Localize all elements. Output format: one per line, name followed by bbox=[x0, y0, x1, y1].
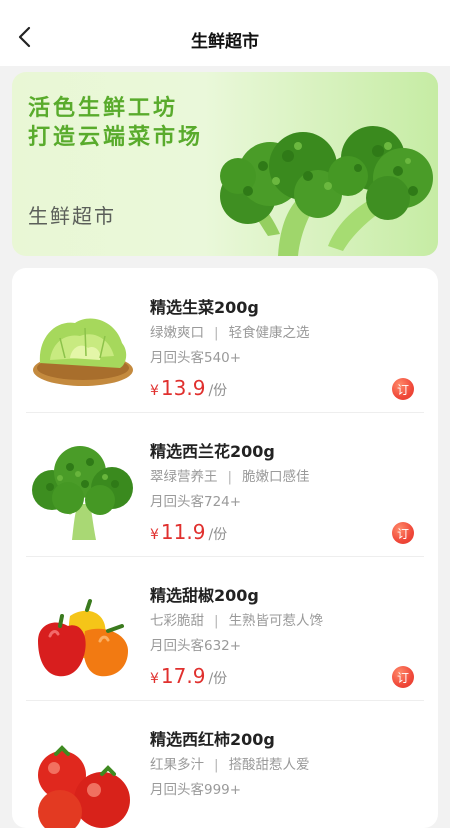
divider bbox=[26, 412, 424, 413]
product-tag: 生熟皆可惹人馋 bbox=[228, 613, 324, 629]
tag-separator: | bbox=[214, 757, 219, 773]
product-item-lettuce[interactable]: 精选生菜200g 绿嫩爽口 | 轻食健康之选 月回头客540+ ¥13.9/份 订 bbox=[12, 268, 438, 412]
price-unit: /份 bbox=[208, 527, 228, 543]
promo-banner[interactable]: 活色生鲜工坊 打造云端菜市场 生鲜超市 bbox=[12, 72, 438, 256]
price-unit: /份 bbox=[208, 383, 228, 399]
broccoli-illustration bbox=[220, 126, 433, 256]
price-value: 13.9 bbox=[160, 376, 206, 400]
product-name: 精选西红柿200g bbox=[150, 730, 275, 749]
product-tag: 绿嫩爽口 bbox=[150, 325, 204, 341]
order-button[interactable]: 订 bbox=[392, 666, 414, 688]
product-item-broccoli[interactable]: 精选西兰花200g 翠绿营养王 | 脆嫩口感佳 月回头客724+ ¥11.9/份 订 bbox=[12, 412, 438, 556]
price-value: 11.9 bbox=[160, 520, 206, 544]
product-tags: 绿嫩爽口 | 轻食健康之选 bbox=[150, 321, 310, 341]
product-item-tomatoes[interactable]: 精选西红柿200g 红果多汁 | 搭酸甜惹人爱 月回头客999+ bbox=[12, 700, 438, 828]
banner-slogan-line2: 打造云端菜市场 bbox=[28, 125, 204, 150]
product-price: ¥17.9/份 bbox=[150, 664, 227, 688]
page-title: 生鲜超市 bbox=[191, 32, 259, 52]
product-tag: 搭酸甜惹人爱 bbox=[228, 757, 310, 773]
currency-symbol: ¥ bbox=[150, 671, 159, 687]
product-price: ¥13.9/份 bbox=[150, 376, 227, 400]
tag-separator: | bbox=[227, 469, 233, 485]
price-value: 17.9 bbox=[160, 664, 206, 688]
currency-symbol: ¥ bbox=[150, 527, 159, 543]
repeat-customers: 月回头客724+ bbox=[150, 494, 242, 510]
product-tag: 脆嫩口感佳 bbox=[242, 469, 310, 485]
bell-peppers-image bbox=[38, 599, 128, 677]
product-price: ¥11.9/份 bbox=[150, 520, 227, 544]
repeat-customers: 月回头客540+ bbox=[150, 350, 242, 366]
divider bbox=[26, 556, 424, 557]
product-name: 精选甜椒200g bbox=[150, 586, 259, 605]
order-button[interactable]: 订 bbox=[392, 522, 414, 544]
banner-slogan-line1: 活色生鲜工坊 bbox=[28, 96, 179, 121]
top-navbar: 生鲜超市 bbox=[0, 0, 450, 66]
product-list: 精选生菜200g 绿嫩爽口 | 轻食健康之选 月回头客540+ ¥13.9/份 订 … bbox=[12, 268, 438, 828]
repeat-customers: 月回头客999+ bbox=[150, 782, 242, 798]
tag-separator: | bbox=[214, 325, 219, 341]
order-button[interactable]: 订 bbox=[392, 378, 414, 400]
lettuce-image bbox=[33, 318, 133, 386]
product-tags: 翠绿营养王 | 脆嫩口感佳 bbox=[150, 465, 310, 485]
product-tags: 红果多汁 | 搭酸甜惹人爱 bbox=[150, 753, 310, 773]
banner-label: 生鲜超市 bbox=[28, 204, 116, 228]
product-tag: 轻食健康之选 bbox=[228, 325, 310, 341]
tag-separator: | bbox=[214, 613, 219, 629]
product-tag: 红果多汁 bbox=[150, 757, 204, 773]
tomatoes-image bbox=[38, 745, 130, 828]
product-name: 精选西兰花200g bbox=[150, 442, 275, 461]
banner-slogan: 活色生鲜工坊 打造云端菜市场 bbox=[28, 94, 228, 152]
broccoli-image bbox=[32, 446, 133, 540]
divider bbox=[26, 700, 424, 701]
product-tag: 翠绿营养王 bbox=[150, 469, 218, 485]
product-tags: 七彩脆甜 | 生熟皆可惹人馋 bbox=[150, 609, 323, 629]
repeat-customers: 月回头客632+ bbox=[150, 638, 242, 654]
product-tag: 七彩脆甜 bbox=[150, 613, 204, 629]
price-unit: /份 bbox=[208, 671, 228, 687]
product-item-bell-peppers[interactable]: 精选甜椒200g 七彩脆甜 | 生熟皆可惹人馋 月回头客632+ ¥17.9/份 订 bbox=[12, 556, 438, 700]
currency-symbol: ¥ bbox=[150, 383, 159, 399]
product-name: 精选生菜200g bbox=[150, 298, 259, 317]
